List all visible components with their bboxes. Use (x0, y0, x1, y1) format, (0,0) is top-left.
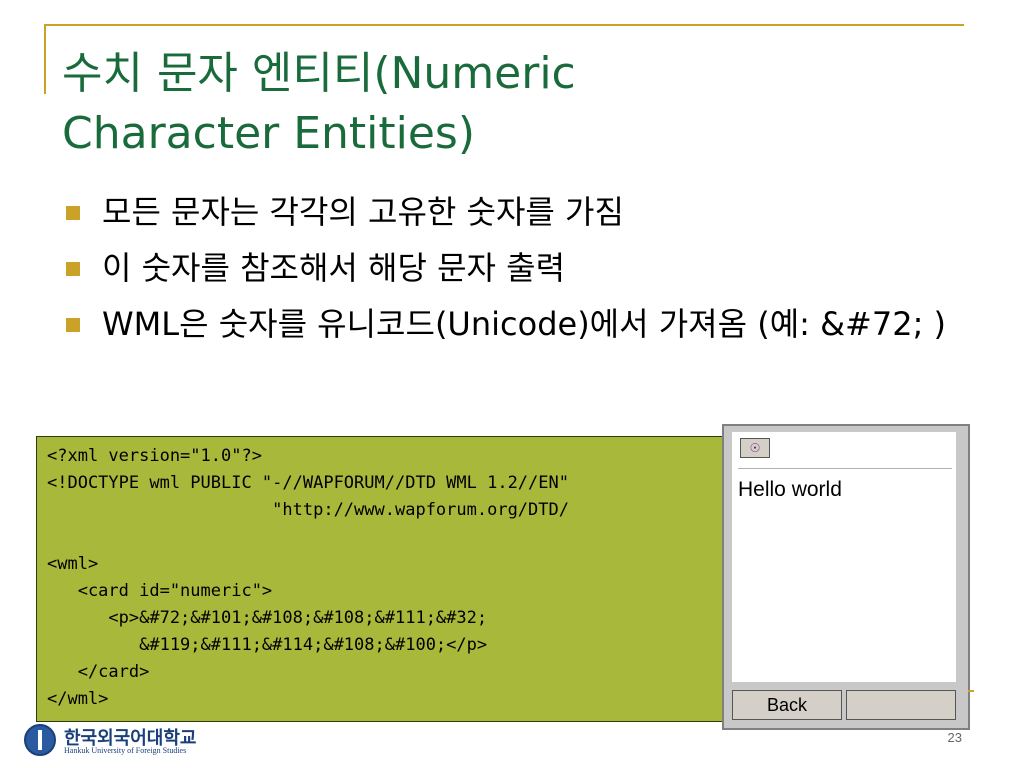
page-number: 23 (947, 730, 962, 745)
code-block: <?xml version="1.0"?> <!DOCTYPE wml PUBL… (36, 436, 726, 722)
left-rule (44, 24, 46, 94)
phone-screen: ☉ Hello world (732, 432, 956, 682)
phone-softkeys: Back (732, 690, 958, 720)
code-line: "http://www.wapforum.org/DTD/ (47, 500, 569, 520)
bullet-marker-icon (66, 262, 80, 276)
back-softkey-button[interactable]: Back (732, 690, 842, 720)
university-subtitle: Hankuk University of Foreign Studies (64, 746, 187, 755)
slide-title-line2: Character Entities) (62, 108, 476, 159)
university-emblem-icon (24, 724, 56, 756)
university-logo: 한국외국어대학교 Hankuk University of Foreign St… (24, 722, 244, 762)
code-line: <!DOCTYPE wml PUBLIC "-//WAPFORUM//DTD W… (47, 473, 569, 493)
right-softkey-button[interactable] (846, 690, 956, 720)
code-line: </wml> (47, 689, 109, 709)
bullet-item: 모든 문자는 각각의 고유한 숫자를 가짐 (62, 190, 962, 234)
phone-emulator: ☉ Hello world Back (722, 424, 970, 730)
bullet-marker-icon (66, 206, 80, 220)
options-icon[interactable]: ☉ (740, 438, 770, 458)
code-line: <card id="numeric"> (47, 581, 273, 601)
slide-title-line1: 수치 문자 엔티티(Numeric (62, 48, 576, 99)
slide-title: 수치 문자 엔티티(Numeric Character Entities) (62, 44, 962, 164)
code-line: <wml> (47, 554, 99, 574)
code-line: <p>&#72;&#101;&#108;&#108;&#111;&#32; (47, 608, 488, 628)
bullet-text: 모든 문자는 각각의 고유한 숫자를 가짐 (102, 193, 624, 231)
code-line: &#119;&#111;&#114;&#108;&#100;</p> (47, 635, 488, 655)
bullet-item: WML은 숫자를 유니코드(Unicode)에서 가져옴 (예: &#72; ) (62, 302, 962, 346)
bullet-list: 모든 문자는 각각의 고유한 숫자를 가짐 이 숫자를 참조해서 해당 문자 출… (62, 190, 962, 358)
bullet-text: 이 숫자를 참조해서 해당 문자 출력 (102, 249, 566, 287)
top-rule (44, 24, 964, 26)
code-line: </card> (47, 662, 150, 682)
phone-divider (738, 468, 952, 469)
rule-tick (968, 690, 974, 692)
bullet-item: 이 숫자를 참조해서 해당 문자 출력 (62, 246, 962, 290)
bullet-text: WML은 숫자를 유니코드(Unicode)에서 가져옴 (예: &#72; ) (102, 305, 947, 343)
phone-screen-text: Hello world (738, 478, 842, 501)
code-line: <?xml version="1.0"?> (47, 446, 262, 466)
bullet-marker-icon (66, 318, 80, 332)
